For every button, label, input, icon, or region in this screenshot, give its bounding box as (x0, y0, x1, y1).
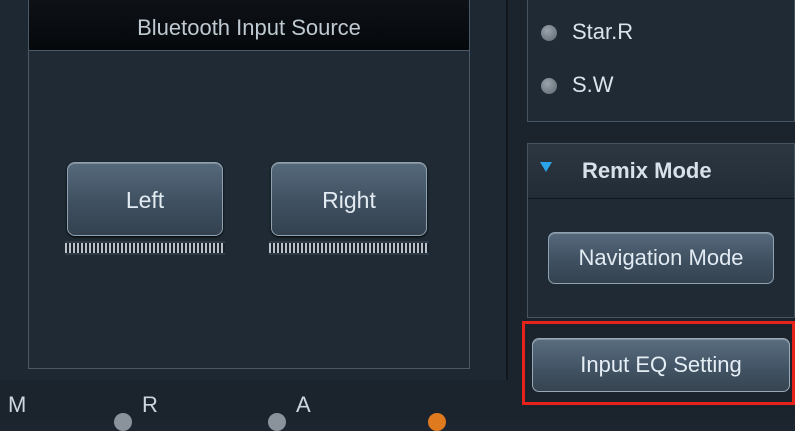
radio-icon[interactable] (541, 78, 557, 94)
source-radio-group: Star.R S.W (527, 0, 795, 122)
radio-icon[interactable] (114, 413, 132, 431)
radio-label-sw[interactable]: S.W (572, 72, 614, 98)
remix-mode-panel: Remix Mode Navigation Mode (527, 143, 795, 318)
remix-mode-header[interactable]: Remix Mode (528, 144, 794, 199)
left-level-meter (65, 241, 225, 255)
remix-mode-title: Remix Mode (582, 158, 712, 183)
mode-option-1: R (142, 392, 158, 417)
navigation-mode-button[interactable]: Navigation Mode (548, 232, 774, 284)
radio-icon[interactable] (541, 25, 557, 41)
radio-label-star-r[interactable]: Star.R (572, 19, 633, 45)
triangle-down-icon[interactable] (540, 162, 552, 172)
input-eq-setting-button[interactable]: Input EQ Setting (532, 338, 790, 392)
mode-option-2: A (296, 392, 311, 417)
left-channel-button[interactable]: Left (67, 162, 223, 236)
mode-label: M (8, 392, 27, 417)
right-channel-button[interactable]: Right (271, 162, 427, 236)
bluetooth-input-group: Bluetooth Input Source Left Right (28, 0, 470, 369)
bluetooth-panel: Bluetooth Input Source Left Right (0, 0, 508, 380)
radio-icon[interactable] (268, 413, 286, 431)
right-level-meter (269, 241, 429, 255)
bluetooth-input-title: Bluetooth Input Source (29, 0, 469, 51)
radio-icon-active[interactable] (428, 413, 446, 431)
